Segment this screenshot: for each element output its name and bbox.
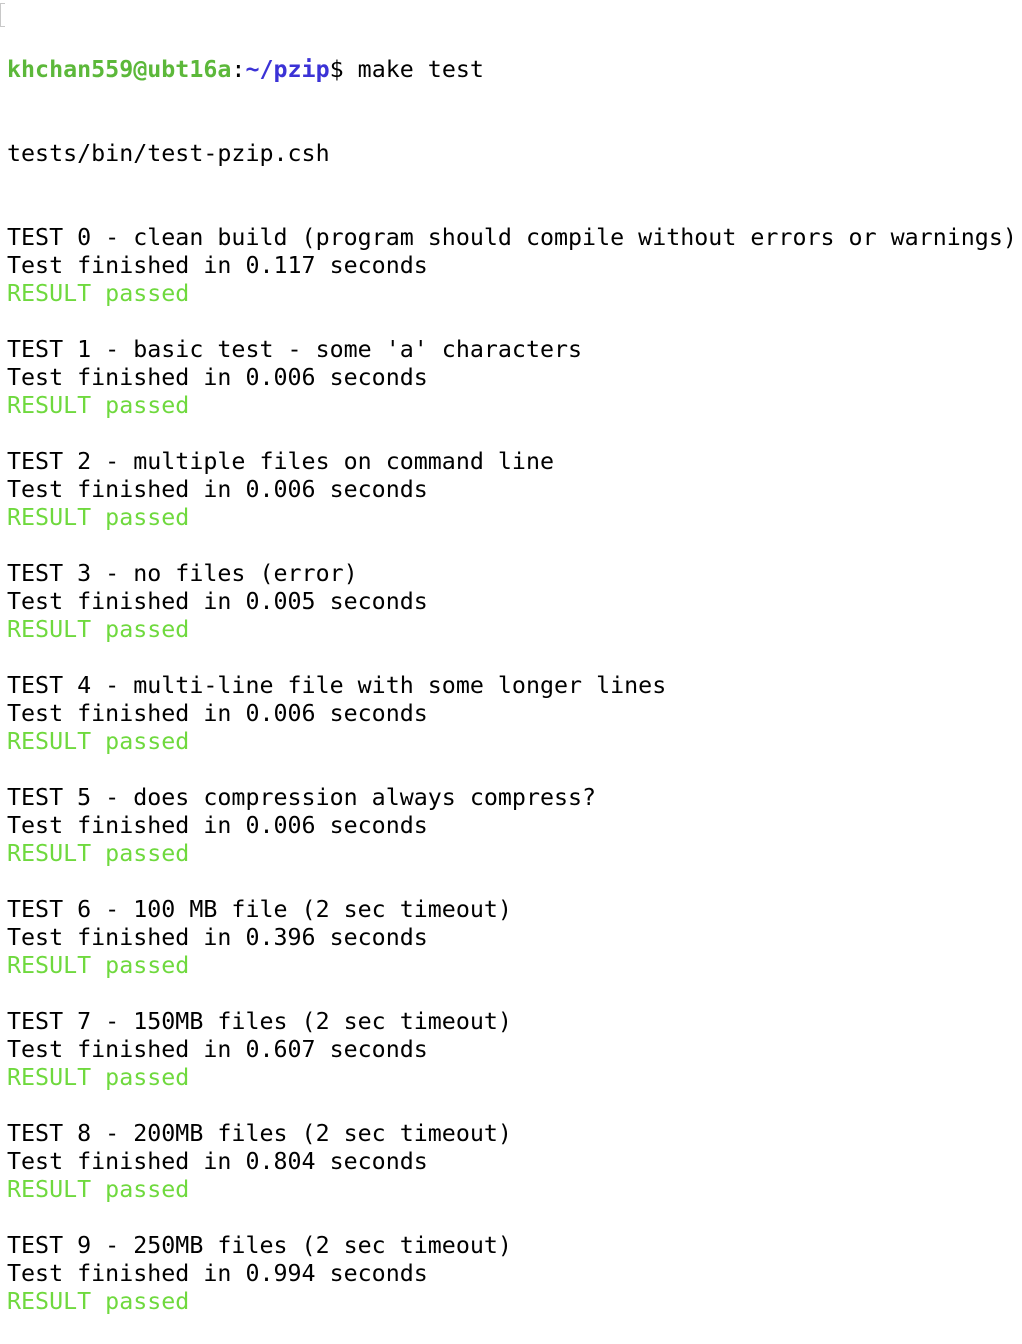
test-finished-time: Test finished in 0.607 seconds — [7, 1036, 428, 1063]
test-header: TEST 2 - multiple files on command line — [7, 448, 555, 475]
test-finished-time: Test finished in 0.994 seconds — [7, 1260, 428, 1287]
test-result-status: RESULT passed — [7, 1288, 190, 1315]
test-header: TEST 6 - 100 MB file (2 sec timeout) — [7, 896, 512, 923]
terminal-output[interactable]: khchan559@ubt16a:~/pzip$ make test tests… — [7, 0, 1019, 1344]
test-header: TEST 4 - multi-line file with some longe… — [7, 672, 667, 699]
test-result-status: RESULT passed — [7, 840, 190, 867]
test-result-status: RESULT passed — [7, 280, 190, 307]
test-finished-time: Test finished in 0.117 seconds — [7, 252, 428, 279]
prompt-command: make test — [343, 56, 484, 83]
test-header: TEST 1 - basic test - some 'a' character… — [7, 336, 583, 363]
script-line: tests/bin/test-pzip.csh — [7, 140, 330, 167]
test-result-status: RESULT passed — [7, 392, 190, 419]
test-finished-time: Test finished in 0.006 seconds — [7, 476, 428, 503]
test-finished-time: Test finished in 0.006 seconds — [7, 700, 428, 727]
test-finished-time: Test finished in 0.005 seconds — [7, 588, 428, 615]
test-result-status: RESULT passed — [7, 728, 190, 755]
test-result-status: RESULT passed — [7, 1176, 190, 1203]
test-header: TEST 5 - does compression always compres… — [7, 784, 597, 811]
test-finished-time: Test finished in 0.396 seconds — [7, 924, 428, 951]
prompt-user-host: khchan559@ubt16a — [7, 56, 232, 83]
selection-bracket-mark — [0, 3, 5, 27]
test-finished-time: Test finished in 0.804 seconds — [7, 1148, 428, 1175]
test-result-status: RESULT passed — [7, 504, 190, 531]
prompt-symbol: $ — [329, 56, 344, 83]
test-header: TEST 7 - 150MB files (2 sec timeout) — [7, 1008, 512, 1035]
test-header: TEST 8 - 200MB files (2 sec timeout) — [7, 1120, 512, 1147]
test-header: TEST 3 - no files (error) — [7, 560, 358, 587]
terminal-window: { "prompt": { "user_host": "khchan559@ub… — [0, 0, 1022, 1315]
prompt-separator: : — [231, 56, 246, 83]
test-result-status: RESULT passed — [7, 616, 190, 643]
test-finished-time: Test finished in 0.006 seconds — [7, 364, 428, 391]
test-result-status: RESULT passed — [7, 952, 190, 979]
test-header: TEST 9 - 250MB files (2 sec timeout) — [7, 1232, 512, 1259]
test-finished-time: Test finished in 0.006 seconds — [7, 812, 428, 839]
test-results: TEST 0 - clean build (program should com… — [7, 224, 1019, 1316]
test-header: TEST 0 - clean build (program should com… — [7, 224, 1017, 251]
prompt-path: ~/pzip — [245, 56, 330, 83]
test-result-status: RESULT passed — [7, 1064, 190, 1091]
prompt-line: khchan559@ubt16a:~/pzip$ make test — [7, 56, 1019, 84]
